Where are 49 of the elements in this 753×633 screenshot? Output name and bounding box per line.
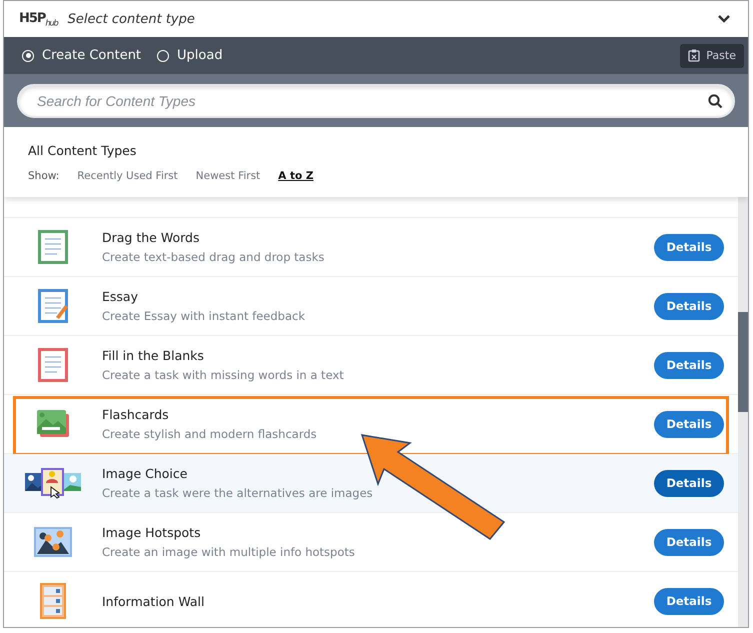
content-type-row[interactable]: Essay Create Essay with instant feedback Details xyxy=(4,277,738,336)
content-type-description: Create a task were the alternatives are images xyxy=(102,486,374,500)
content-type-title: Essay xyxy=(102,289,139,304)
image-choice-icon xyxy=(25,467,81,499)
details-button[interactable]: Details xyxy=(654,410,724,438)
image-hotspots-icon xyxy=(34,527,72,557)
content-type-description: Create a task with missing words in a text xyxy=(102,368,345,382)
scrollbar[interactable] xyxy=(738,197,748,627)
chevron-down-icon[interactable] xyxy=(718,15,730,23)
document-icon xyxy=(38,289,68,323)
flashcards-icon xyxy=(36,409,70,439)
details-button[interactable]: Details xyxy=(654,352,724,378)
content-type-description: Create text-based drag and drop tasks xyxy=(102,250,326,264)
content-type-row[interactable]: Information Wall Details xyxy=(4,572,738,627)
search-field[interactable]: Search for Content Types xyxy=(17,84,735,118)
clipboard-icon xyxy=(688,49,700,62)
content-type-title: Image Choice xyxy=(102,466,188,481)
content-type-description: Create Essay with instant feedback xyxy=(102,309,306,323)
content-type-row[interactable]: Drag the Words Create text-based drag and drop tasks Details xyxy=(4,218,738,277)
information-wall-icon xyxy=(40,583,66,619)
search-icon[interactable] xyxy=(708,94,723,108)
radio-label[interactable]: Upload xyxy=(177,48,223,63)
details-button[interactable]: Details xyxy=(654,588,724,614)
radio-label[interactable]: Create Content xyxy=(42,48,142,63)
details-button[interactable]: Details xyxy=(654,234,724,260)
h5p-logo: H5P$_{hub}$ xyxy=(19,10,58,28)
details-button[interactable]: Details xyxy=(654,292,724,320)
content-type-description: Create stylish and modern flashcards xyxy=(102,427,318,441)
details-button[interactable]: Details xyxy=(654,470,724,496)
content-type-title: Information Wall xyxy=(102,594,206,608)
content-type-row[interactable]: Fill in the Blanks Create a task with missing words in a text Details xyxy=(4,336,738,395)
content-type-row[interactable]: Image Choice Create a task were the alternatives are images Details xyxy=(4,454,738,513)
panel-title: Select content type xyxy=(68,12,196,26)
list-title: All Content Types xyxy=(28,143,138,158)
radio-button[interactable] xyxy=(22,50,34,62)
content-type-description: Create an image with multiple info hotspots xyxy=(102,545,356,559)
content-type-title: Fill in the Blanks xyxy=(102,348,205,363)
sort-tab[interactable]: Recently Used First xyxy=(77,170,178,182)
radio-button[interactable] xyxy=(157,50,170,62)
sort-tab[interactable]: A to Z xyxy=(278,170,314,182)
content-type-title: Image Hotspots xyxy=(102,525,202,540)
details-button[interactable]: Details xyxy=(654,528,724,556)
content-type-title: Drag the Words xyxy=(102,230,200,245)
sort-tab[interactable]: Newest First xyxy=(196,170,260,182)
sort-label: Show: xyxy=(28,170,60,182)
paste-button[interactable]: Paste xyxy=(680,44,744,68)
document-icon xyxy=(38,230,68,264)
content-type-title: Flashcards xyxy=(102,407,170,422)
document-icon xyxy=(38,348,68,382)
